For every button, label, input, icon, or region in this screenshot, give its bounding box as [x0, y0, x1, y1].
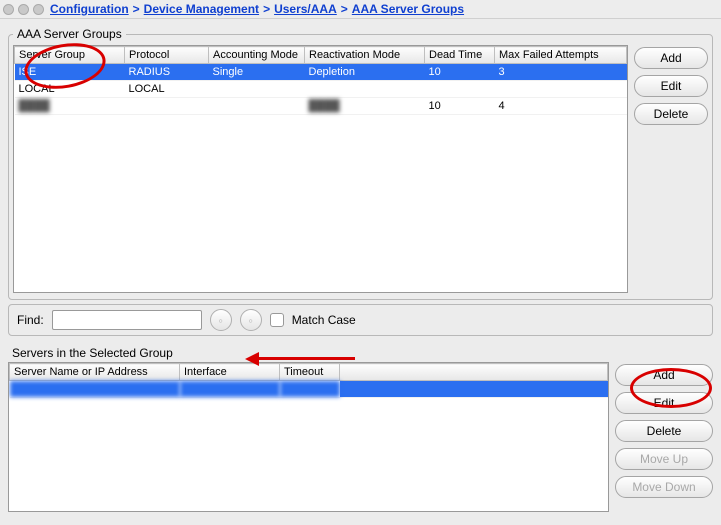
- table-row[interactable]: ████████104: [15, 98, 627, 115]
- cell-dead-time: [425, 81, 495, 98]
- servers-table[interactable]: Server Name or IP Address Interface Time…: [8, 362, 609, 512]
- col-max-failed[interactable]: Max Failed Attempts: [495, 47, 627, 64]
- cell-max-failed: 3: [495, 64, 627, 81]
- cell-dead-time: 10: [425, 64, 495, 81]
- cell-accounting-mode: [209, 98, 305, 115]
- breadcrumb: Configuration > Device Management > User…: [0, 0, 721, 19]
- cell-interface: [180, 381, 280, 398]
- delete-server-button[interactable]: Delete: [615, 420, 713, 442]
- col-timeout[interactable]: Timeout: [280, 364, 340, 381]
- cell-timeout: [280, 381, 340, 398]
- table-row[interactable]: LOCALLOCAL: [15, 81, 627, 98]
- col-server-name[interactable]: Server Name or IP Address: [10, 364, 180, 381]
- minimize-icon[interactable]: [18, 4, 29, 15]
- cell-accounting-mode: [209, 81, 305, 98]
- crumb-sep: >: [337, 2, 352, 16]
- zoom-icon[interactable]: [33, 4, 44, 15]
- col-interface[interactable]: Interface: [180, 364, 280, 381]
- cell-reactivation-mode: Depletion: [305, 64, 425, 81]
- col-server-group[interactable]: Server Group: [15, 47, 125, 64]
- group-actions: Add Edit Delete: [634, 45, 708, 293]
- cell-protocol: RADIUS: [125, 64, 209, 81]
- cell-server-group: LOCAL: [15, 81, 125, 98]
- find-bar: Find: ◦ ◦ Match Case: [8, 304, 713, 336]
- col-spacer: [340, 364, 608, 381]
- cell-server-group: ████: [15, 98, 125, 115]
- col-dead-time[interactable]: Dead Time: [425, 47, 495, 64]
- add-server-button[interactable]: Add: [615, 364, 713, 386]
- cell-reactivation-mode: [305, 81, 425, 98]
- servers-section-label: Servers in the Selected Group: [12, 346, 713, 360]
- cell-protocol: [125, 98, 209, 115]
- delete-group-button[interactable]: Delete: [634, 103, 708, 125]
- col-accounting-mode[interactable]: Accounting Mode: [209, 47, 305, 64]
- groups-table[interactable]: Server Group Protocol Accounting Mode Re…: [13, 45, 628, 293]
- table-row[interactable]: ISERADIUSSingleDepletion103: [15, 64, 627, 81]
- aaa-groups-legend: AAA Server Groups: [13, 27, 126, 41]
- table-row[interactable]: [10, 381, 608, 398]
- crumb-device-management[interactable]: Device Management: [144, 2, 259, 16]
- edit-server-button[interactable]: Edit: [615, 392, 713, 414]
- groups-table-header: Server Group Protocol Accounting Mode Re…: [15, 47, 627, 64]
- servers-table-header: Server Name or IP Address Interface Time…: [10, 364, 608, 381]
- crumb-sep: >: [259, 2, 274, 16]
- aaa-groups-panel: AAA Server Groups Server Group Protocol …: [8, 27, 713, 300]
- cell-server-group: ISE: [15, 64, 125, 81]
- crumb-users-aaa[interactable]: Users/AAA: [274, 2, 337, 16]
- move-up-button[interactable]: Move Up: [615, 448, 713, 470]
- cell-reactivation-mode: ████: [305, 98, 425, 115]
- cell-spacer: [340, 381, 608, 398]
- close-icon[interactable]: [3, 4, 14, 15]
- match-case-label: Match Case: [292, 313, 356, 327]
- cell-protocol: LOCAL: [125, 81, 209, 98]
- add-group-button[interactable]: Add: [634, 47, 708, 69]
- crumb-sep: >: [129, 2, 144, 16]
- cell-max-failed: [495, 81, 627, 98]
- server-actions: Add Edit Delete Move Up Move Down: [615, 362, 713, 512]
- cell-server-name: [10, 381, 180, 398]
- find-input[interactable]: [52, 310, 202, 330]
- cell-max-failed: 4: [495, 98, 627, 115]
- crumb-configuration[interactable]: Configuration: [50, 2, 129, 16]
- find-prev-button[interactable]: ◦: [210, 309, 232, 331]
- col-protocol[interactable]: Protocol: [125, 47, 209, 64]
- find-next-button[interactable]: ◦: [240, 309, 262, 331]
- col-reactivation-mode[interactable]: Reactivation Mode: [305, 47, 425, 64]
- window-controls: [3, 4, 44, 15]
- cell-dead-time: 10: [425, 98, 495, 115]
- move-down-button[interactable]: Move Down: [615, 476, 713, 498]
- find-label: Find:: [17, 313, 44, 327]
- cell-accounting-mode: Single: [209, 64, 305, 81]
- match-case-checkbox[interactable]: [270, 313, 284, 327]
- edit-group-button[interactable]: Edit: [634, 75, 708, 97]
- crumb-current: AAA Server Groups: [352, 2, 464, 16]
